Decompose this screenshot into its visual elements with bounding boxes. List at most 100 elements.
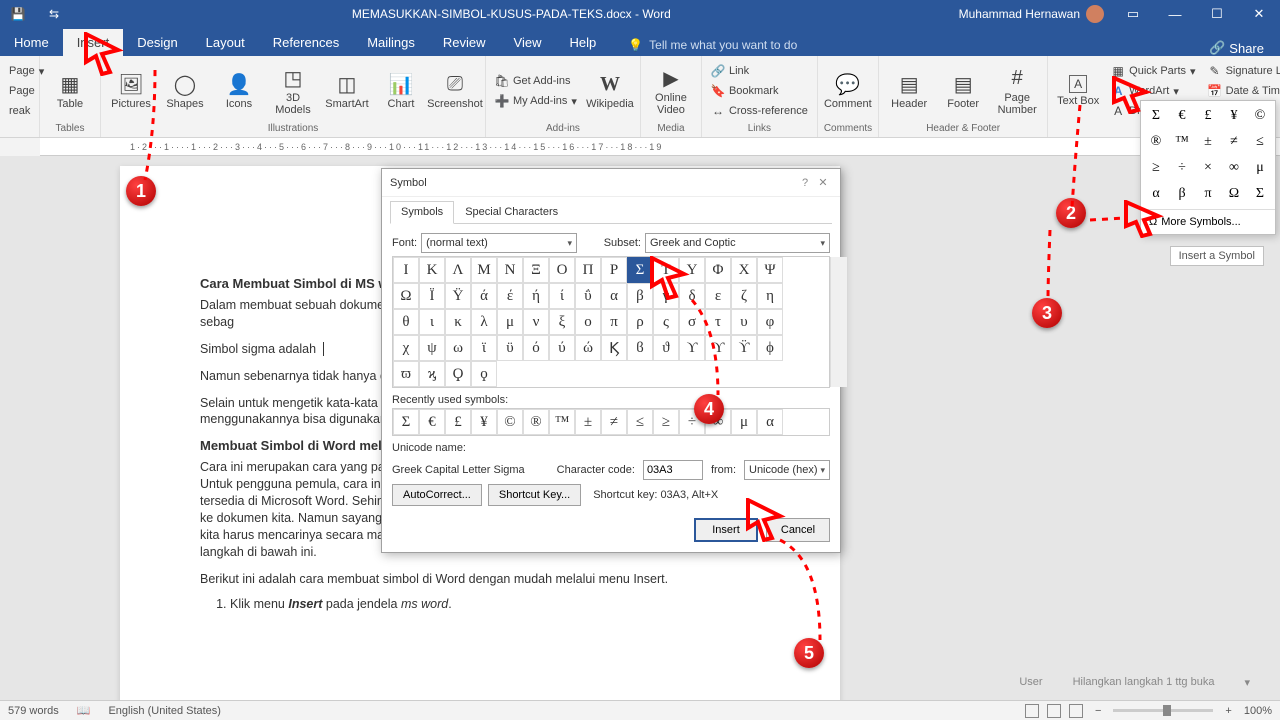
symbol-cell[interactable]: Ξ [523,257,549,283]
tab-layout[interactable]: Layout [192,29,259,56]
symbol-cell[interactable]: Ρ [601,257,627,283]
close-icon[interactable]: ✕ [814,176,832,189]
flyout-symbol-cell[interactable]: ® [1143,129,1169,155]
recents-grid[interactable]: Σ€£¥©®™±≠≤≥÷∞μα [392,408,830,436]
symbol-cell[interactable]: ϙ [471,361,497,387]
minimize-icon[interactable]: — [1154,7,1196,22]
font-select[interactable]: (normal text)▾ [421,233,577,253]
symbol-cell[interactable]: μ [497,309,523,335]
symbol-cell[interactable]: Ι [393,257,419,283]
footer-button[interactable]: ▤Footer [939,62,987,120]
datetime-button[interactable]: 📅Date & Time [1205,82,1280,100]
ribbon-options-icon[interactable]: ▭ [1112,6,1154,22]
symbol-cell[interactable]: ή [523,283,549,309]
symbol-cell[interactable]: ί [549,283,575,309]
models-button[interactable]: ◳3D Models [269,62,317,120]
symbol-cell[interactable]: ϖ [393,361,419,387]
symbol-cell[interactable]: θ [393,309,419,335]
symbol-cell[interactable]: ΰ [575,283,601,309]
symbol-cell[interactable]: ύ [549,335,575,361]
flyout-symbol-cell[interactable]: £ [1195,103,1221,129]
tell-me-search[interactable]: 💡 Tell me what you want to do [620,34,805,56]
autocorrect-button[interactable]: AutoCorrect... [392,484,482,506]
symbol-cell[interactable]: ό [523,335,549,361]
shortcutkey-button[interactable]: Shortcut Key... [488,484,581,506]
link-button[interactable]: 🔗Link [708,62,811,80]
header-button[interactable]: ▤Header [885,62,933,120]
tab-design[interactable]: Design [123,29,191,56]
recent-symbol-cell[interactable]: € [419,409,445,435]
symbol-cell[interactable]: ι [419,309,445,335]
symbol-cell[interactable]: τ [705,309,731,335]
tab-review[interactable]: Review [429,29,500,56]
flyout-symbol-cell[interactable]: ¥ [1221,103,1247,129]
user-account[interactable]: Muhammad Hernawan [951,5,1112,23]
symbol-cell[interactable]: Ϋ [445,283,471,309]
symbol-cell[interactable]: Ω [393,283,419,309]
flyout-grid[interactable]: Σ€£¥©®™±≠≤≥÷×∞μαβπΩΣ [1141,101,1275,209]
symbol-cell[interactable]: Ϙ [445,361,471,387]
zoom-level[interactable]: 100% [1244,705,1272,717]
symbol-cell[interactable]: ϔ [731,335,757,361]
flyout-symbol-cell[interactable]: μ [1247,155,1273,181]
symbol-cell[interactable]: ϋ [497,335,523,361]
flyout-symbol-cell[interactable]: ≤ [1247,129,1273,155]
signature-button[interactable]: ✎Signature Line▾ [1205,62,1280,80]
language[interactable]: English (United States) [108,705,221,717]
recent-symbol-cell[interactable]: £ [445,409,471,435]
recent-symbol-cell[interactable]: © [497,409,523,435]
symbol-cell[interactable]: ν [523,309,549,335]
screenshot-button[interactable]: ⎚Screenshot [431,62,479,120]
recent-symbol-cell[interactable]: ≤ [627,409,653,435]
symbol-cell[interactable]: έ [497,283,523,309]
recent-symbol-cell[interactable]: α [757,409,783,435]
tab-special-chars[interactable]: Special Characters [454,201,569,223]
flyout-symbol-cell[interactable]: ≥ [1143,155,1169,181]
symbol-cell[interactable]: ψ [419,335,445,361]
flyout-symbol-cell[interactable]: ± [1195,129,1221,155]
flyout-symbol-cell[interactable]: π [1195,181,1221,207]
symbol-cell[interactable]: Ϊ [419,283,445,309]
flyout-symbol-cell[interactable]: ∞ [1221,155,1247,181]
icons-button[interactable]: 👤Icons [215,62,263,120]
recent-symbol-cell[interactable]: μ [731,409,757,435]
scrollbar[interactable] [830,257,847,387]
flyout-symbol-cell[interactable]: © [1247,103,1273,129]
symbol-cell[interactable]: Λ [445,257,471,283]
flyout-symbol-cell[interactable]: Ω [1221,181,1247,207]
symbol-cell[interactable]: λ [471,309,497,335]
flyout-symbol-cell[interactable]: β [1169,181,1195,207]
recent-symbol-cell[interactable]: ™ [549,409,575,435]
bookmark-button[interactable]: 🔖Bookmark [708,82,811,100]
pagenum-button[interactable]: #Page Number [993,62,1041,120]
symbol-cell[interactable]: ϊ [471,335,497,361]
tab-view[interactable]: View [500,29,556,56]
share-button[interactable]: 🔗 Share [1193,40,1280,56]
maximize-icon[interactable]: ☐ [1196,6,1238,22]
save-icon[interactable]: 💾 [0,7,36,21]
charcode-input[interactable] [643,460,703,480]
spell-icon[interactable]: 📖 [77,704,91,717]
flyout-symbol-cell[interactable]: × [1195,155,1221,181]
view-buttons[interactable] [1025,704,1083,718]
qat-arrow[interactable]: ⇆ [36,7,72,21]
symbol-cell[interactable]: η [757,283,783,309]
chevron-down-icon[interactable]: ▾ [1244,676,1250,689]
symbol-cell[interactable]: ε [705,283,731,309]
tab-mailings[interactable]: Mailings [353,29,429,56]
symbol-cell[interactable]: χ [393,335,419,361]
symbol-cell[interactable]: Κ [419,257,445,283]
symbol-cell[interactable]: ϕ [757,335,783,361]
symbol-cell[interactable]: ξ [549,309,575,335]
comment-button[interactable]: 💬Comment [824,62,872,120]
zoom-in-icon[interactable]: + [1225,705,1231,717]
symbol-cell[interactable]: ϑ [653,335,679,361]
recent-symbol-cell[interactable]: ≥ [653,409,679,435]
symbol-cell[interactable]: ά [471,283,497,309]
shapes-button[interactable]: ◯Shapes [161,62,209,120]
zoom-slider[interactable] [1113,709,1213,712]
tab-help[interactable]: Help [555,29,610,56]
symbol-cell[interactable]: ϒ [679,335,705,361]
symbol-cell[interactable]: Π [575,257,601,283]
recent-symbol-cell[interactable]: ≠ [601,409,627,435]
